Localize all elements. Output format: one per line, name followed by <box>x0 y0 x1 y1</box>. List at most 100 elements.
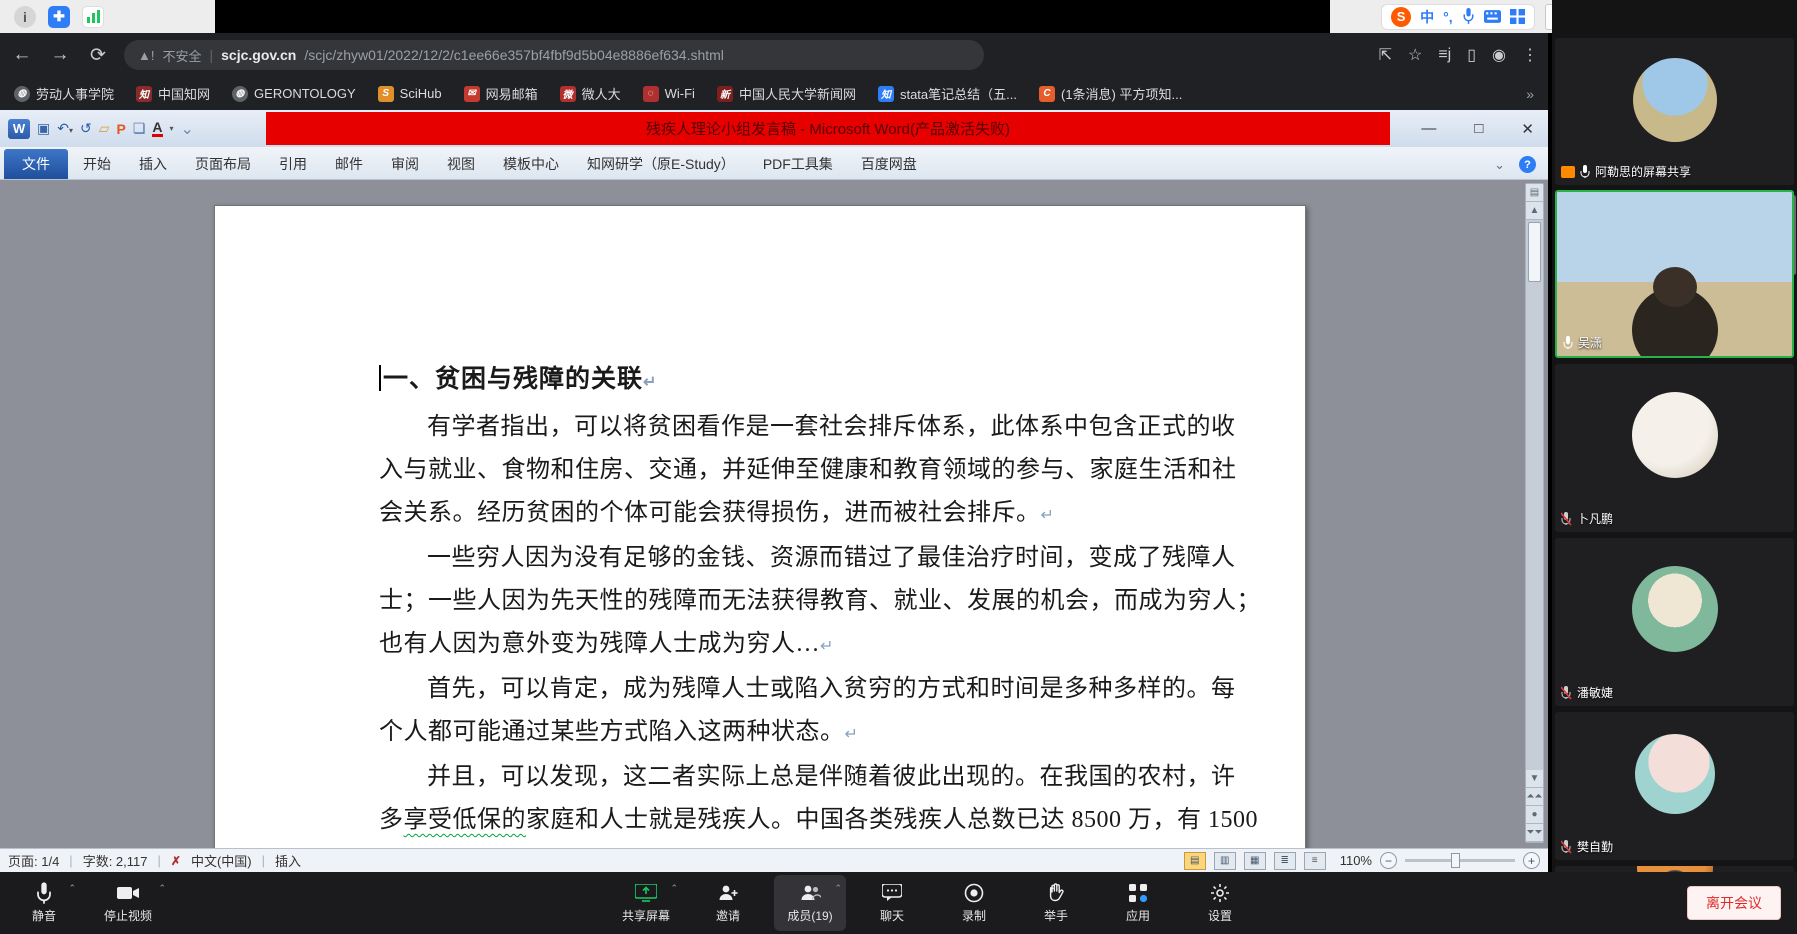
address-bar[interactable]: ▲! 不安全 | scjc.gov.cn/scjc/zhyw01/2022/12… <box>124 40 984 70</box>
raise-hand-button[interactable]: 举手 <box>1020 875 1092 931</box>
leave-meeting-button[interactable]: 离开会议 <box>1687 886 1781 920</box>
web-layout-view-icon[interactable]: ▦ <box>1244 852 1266 870</box>
share-screen-button[interactable]: ⌃ 共享屏幕 <box>610 875 682 931</box>
browse-object-icon[interactable]: ● <box>1526 806 1543 824</box>
previous-page-icon[interactable]: ⏶⏶ <box>1526 788 1543 806</box>
zoom-slider-thumb[interactable] <box>1451 853 1460 868</box>
qat-customize-icon[interactable]: ⌄ <box>181 119 194 139</box>
collapse-ribbon-icon[interactable]: ⌄ <box>1494 157 1505 173</box>
mute-button[interactable]: ⌃ 静音 <box>8 875 80 931</box>
profile-icon[interactable]: ◉ <box>1492 45 1506 65</box>
bookmarks-overflow-icon[interactable]: » <box>1526 86 1534 102</box>
share-icon[interactable]: ⇱ <box>1379 45 1392 65</box>
print-layout-view-icon[interactable]: ▤ <box>1184 852 1206 870</box>
settings-button[interactable]: 设置 <box>1184 875 1256 931</box>
bookmark-item[interactable]: ◍劳动人事学院 <box>14 84 114 103</box>
zoom-in-button[interactable]: + <box>1523 852 1540 869</box>
participant-tile[interactable]: 阿勒思的屏幕共享 <box>1555 38 1794 185</box>
record-button[interactable]: 录制 <box>938 875 1010 931</box>
tab-review[interactable]: 审阅 <box>378 149 432 179</box>
zoom-out-button[interactable]: − <box>1380 852 1397 869</box>
bookmark-item[interactable]: ◌Wi-Fi <box>643 86 695 102</box>
document-page[interactable]: 一、贫困与残障的关联↵ 有学者指出，可以将贫困看作是一套社会排斥体系，此体系中包… <box>214 205 1306 848</box>
input-method-bar[interactable]: S 中 °, <box>1381 4 1535 30</box>
chevron-up-icon[interactable]: ⌃ <box>158 883 166 894</box>
status-insert-mode[interactable]: 插入 <box>275 851 301 870</box>
members-button[interactable]: ⌃ 成员(19) <box>774 875 846 931</box>
ime-keyboard-icon[interactable] <box>1484 10 1501 23</box>
ruler-toggle-icon[interactable]: ▤ <box>1526 184 1543 202</box>
chevron-up-icon[interactable]: ⌃ <box>68 883 76 894</box>
participant-tile[interactable]: 潘敏婕 <box>1555 538 1794 706</box>
save-icon[interactable]: ▣ <box>37 120 50 137</box>
bookmark-item[interactable]: 知中国知网 <box>136 84 210 103</box>
word-logo-icon[interactable]: W <box>8 119 30 139</box>
maximize-button[interactable]: □ <box>1474 120 1483 137</box>
font-color-dropdown-icon[interactable]: ▾ <box>170 124 174 133</box>
stats-icon[interactable] <box>82 6 104 28</box>
draft-view-icon[interactable]: ≡ <box>1304 852 1326 870</box>
vertical-scrollbar[interactable]: ▤ ▲ ▼ ⏶⏶ ● ⏷⏷ <box>1525 183 1544 843</box>
chat-button[interactable]: 聊天 <box>856 875 928 931</box>
tab-pdf-tools[interactable]: PDF工具集 <box>750 149 846 179</box>
help-icon[interactable]: ? <box>1519 156 1536 173</box>
back-button[interactable]: ← <box>10 44 34 66</box>
shield-icon[interactable]: ✚ <box>48 6 70 28</box>
bookmark-item[interactable]: 新中国人民大学新闻网 <box>717 84 856 103</box>
bookmark-item[interactable]: 微微人大 <box>560 84 621 103</box>
paste-icon[interactable]: ❏ <box>133 120 146 137</box>
outline-view-icon[interactable]: ≣ <box>1274 852 1296 870</box>
fullscreen-reading-view-icon[interactable]: ▥ <box>1214 852 1236 870</box>
invite-button[interactable]: 邀请 <box>692 875 764 931</box>
tab-references[interactable]: 引用 <box>266 149 320 179</box>
spellcheck-status-icon[interactable]: ✗ <box>171 854 181 868</box>
ime-punct-icon[interactable]: °, <box>1443 9 1453 25</box>
tab-baidu-netdisk[interactable]: 百度网盘 <box>848 149 930 179</box>
scroll-down-icon[interactable]: ▼ <box>1526 770 1543 788</box>
tab-template-center[interactable]: 模板中心 <box>490 149 572 179</box>
status-word-count[interactable]: 字数: 2,117 <box>83 851 148 870</box>
status-language[interactable]: 中文(中国) <box>191 851 252 870</box>
participant-tile[interactable]: 樊自勤 <box>1555 712 1794 860</box>
apps-button[interactable]: 应用 <box>1102 875 1174 931</box>
zoom-slider[interactable] <box>1405 859 1515 862</box>
next-page-icon[interactable]: ⏷⏷ <box>1526 824 1543 842</box>
document-area[interactable]: 一、贫困与残障的关联↵ 有学者指出，可以将贫困看作是一套社会排斥体系，此体系中包… <box>0 180 1548 848</box>
tab-cnki-estudy[interactable]: 知网研学（原E-Study） <box>574 149 748 179</box>
minimize-button[interactable]: — <box>1421 120 1436 137</box>
security-label[interactable]: 不安全 <box>162 46 201 65</box>
bookmark-star-icon[interactable]: ☆ <box>1408 45 1422 65</box>
scrollbar-thumb[interactable] <box>1528 222 1541 282</box>
close-button[interactable]: ✕ <box>1521 120 1534 138</box>
tab-file[interactable]: 文件 <box>4 149 68 179</box>
side-panel-icon[interactable]: ▯ <box>1467 45 1476 65</box>
ime-mic-icon[interactable] <box>1462 8 1475 25</box>
redo-icon[interactable]: ↺ <box>80 120 92 137</box>
forward-button[interactable]: → <box>48 44 72 66</box>
powerpoint-icon[interactable]: P <box>117 121 126 137</box>
font-color-icon[interactable]: A <box>152 121 162 137</box>
ime-mode[interactable]: 中 <box>1420 7 1434 27</box>
zoom-level[interactable]: 110% <box>1340 853 1372 868</box>
bookmark-item[interactable]: ✉网易邮箱 <box>464 84 538 103</box>
participant-tile-active[interactable]: 吴潇 <box>1555 190 1794 358</box>
tab-page-layout[interactable]: 页面布局 <box>182 149 264 179</box>
info-icon[interactable]: i <box>14 6 36 28</box>
chevron-up-icon[interactable]: ⌃ <box>670 883 678 894</box>
tab-mailings[interactable]: 邮件 <box>322 149 376 179</box>
undo-icon[interactable]: ↶▾ <box>57 120 73 137</box>
participant-tile[interactable]: 卜凡鹏 <box>1555 364 1794 532</box>
reading-list-icon[interactable]: ≡j <box>1438 46 1451 64</box>
chevron-up-icon[interactable]: ⌃ <box>834 883 842 894</box>
bookmark-item[interactable]: C(1条消息) 平方项知... <box>1039 84 1182 103</box>
ime-toolbox-icon[interactable] <box>1510 9 1525 24</box>
stop-video-button[interactable]: ⌃ 停止视频 <box>86 875 170 931</box>
bookmark-item[interactable]: ◍GERONTOLOGY <box>232 86 356 102</box>
scroll-up-icon[interactable]: ▲ <box>1526 202 1543 220</box>
bookmark-item[interactable]: 知stata笔记总结（五... <box>878 84 1017 103</box>
open-icon[interactable]: ▱ <box>99 120 110 137</box>
bookmark-item[interactable]: SSciHub <box>378 86 442 102</box>
status-page[interactable]: 页面: 1/4 <box>8 851 59 870</box>
tab-view[interactable]: 视图 <box>434 149 488 179</box>
tab-insert[interactable]: 插入 <box>126 149 180 179</box>
